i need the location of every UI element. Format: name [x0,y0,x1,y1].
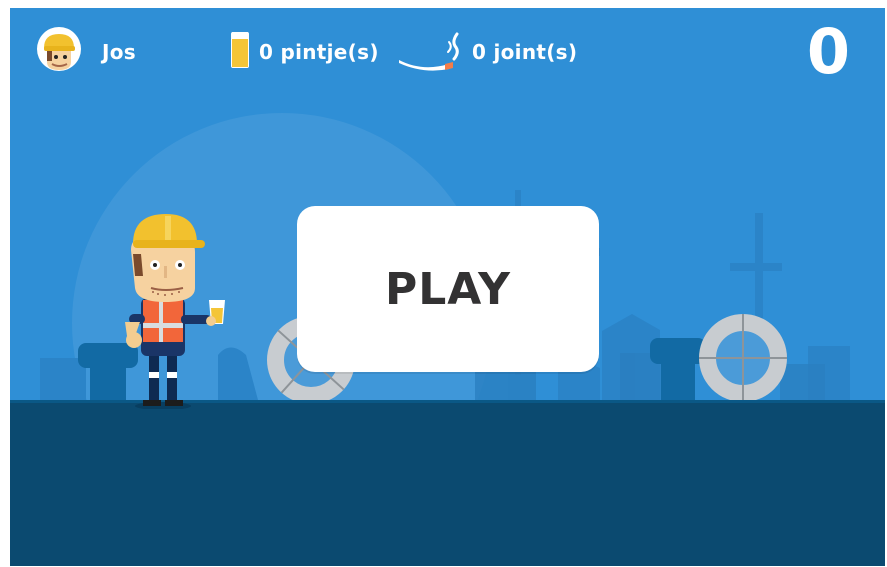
beer-glass-icon [228,30,252,70]
tire-right [699,314,787,402]
joint-count-label: 0 joint(s) [472,40,578,64]
worker-legs [143,354,183,406]
score-counter: 0 [806,15,851,88]
ground [10,400,885,566]
game-frame: Jos 0 pintje(s) 0 joint(s) 0 PLAY [10,8,885,566]
worker-helmet [133,214,205,248]
player-avatar-icon [36,24,82,72]
bollard-right-top [650,338,706,364]
worker-character [125,214,225,409]
bollard-right-stem [661,362,695,404]
worker-beer [206,300,225,326]
tire-right-spoke-horizontal [699,357,787,359]
worker-body [125,298,211,356]
play-button-label: PLAY [385,263,511,315]
play-button[interactable]: PLAY [297,206,599,372]
joint-smoke-icon [397,30,461,74]
player-name: Jos [102,40,136,64]
hud-bar: Jos 0 pintje(s) 0 joint(s) 0 [10,8,885,90]
beer-count-label: 0 pintje(s) [259,40,379,64]
